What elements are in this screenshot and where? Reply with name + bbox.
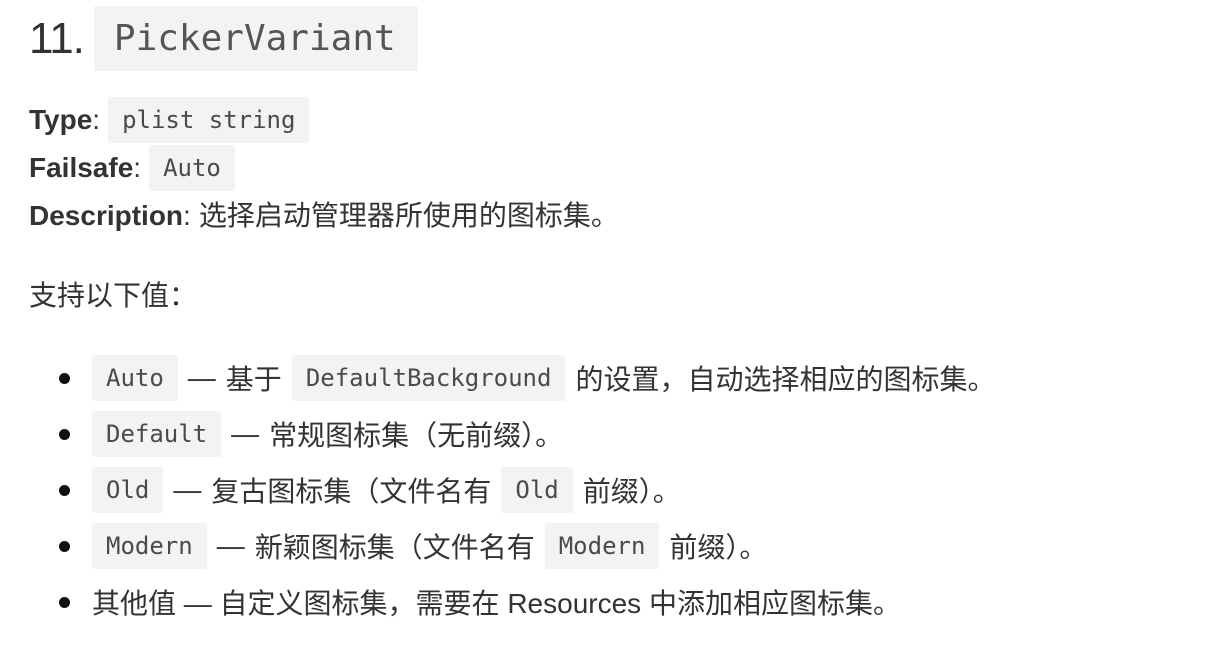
type-separator: : <box>92 104 101 135</box>
type-line: Type: plist string <box>29 96 619 144</box>
section-title-code: PickerVariant <box>93 6 418 71</box>
bullet-icon <box>59 541 70 552</box>
inline-code: DefaultBackground <box>291 355 566 401</box>
section-heading: 11. PickerVariant <box>29 4 418 73</box>
description-separator: : <box>183 200 191 231</box>
value-description: 其他值 — 自定义图标集，需要在 Resources 中添加相应图标集。 <box>92 588 901 619</box>
value-description-tail: 前缀）。 <box>582 476 681 507</box>
section-number: 11. <box>29 13 85 63</box>
bullet-icon <box>59 485 70 496</box>
dash: — <box>216 530 245 561</box>
inline-code: Modern <box>544 523 660 569</box>
list-item: Old — 复古图标集（文件名有 Old 前缀）。 <box>29 462 995 518</box>
type-value: plist string <box>108 97 310 143</box>
supported-values-list: Auto — 基于 DefaultBackground 的设置，自动选择相应的图… <box>29 350 995 630</box>
bullet-icon <box>59 373 70 384</box>
dash: — <box>173 474 202 505</box>
list-item: Default — 常规图标集（无前缀）。 <box>29 406 995 462</box>
bullet-icon <box>59 429 70 440</box>
value-description: 新颖图标集（文件名有 <box>254 532 535 563</box>
supported-values-intro: 支持以下值： <box>29 280 198 311</box>
list-item: Auto — 基于 DefaultBackground 的设置，自动选择相应的图… <box>29 350 995 406</box>
dash: — <box>187 362 216 393</box>
list-item: Modern — 新颖图标集（文件名有 Modern 前缀）。 <box>29 518 995 574</box>
description-value: 选择启动管理器所使用的图标集。 <box>198 200 619 231</box>
failsafe-line: Failsafe: Auto <box>29 144 619 192</box>
bullet-icon <box>59 597 70 608</box>
value-description: 复古图标集（文件名有 <box>211 476 492 507</box>
value-code: Old <box>92 467 164 513</box>
dash: — <box>231 418 260 449</box>
failsafe-label: Failsafe <box>29 152 134 183</box>
description-label: Description <box>29 200 184 231</box>
inline-code: Old <box>501 467 573 513</box>
value-code: Auto <box>92 355 178 401</box>
type-label: Type <box>29 104 93 135</box>
value-code: Modern <box>92 523 207 569</box>
value-description: 常规图标集（无前缀）。 <box>269 420 564 451</box>
value-code: Default <box>92 411 222 457</box>
value-description-tail: 前缀）。 <box>669 532 768 563</box>
failsafe-value: Auto <box>149 145 235 191</box>
list-item: 其他值 — 自定义图标集，需要在 Resources 中添加相应图标集。 <box>29 574 995 630</box>
value-description-tail: 的设置，自动选择相应的图标集。 <box>575 364 996 395</box>
description-line: Description: 选择启动管理器所使用的图标集。 <box>29 192 619 240</box>
property-meta: Type: plist string Failsafe: Auto Descri… <box>29 96 619 240</box>
value-description: 基于 <box>225 364 282 395</box>
document-page: 11. PickerVariant Type: plist string Fai… <box>0 0 1226 666</box>
failsafe-separator: : <box>133 152 142 183</box>
